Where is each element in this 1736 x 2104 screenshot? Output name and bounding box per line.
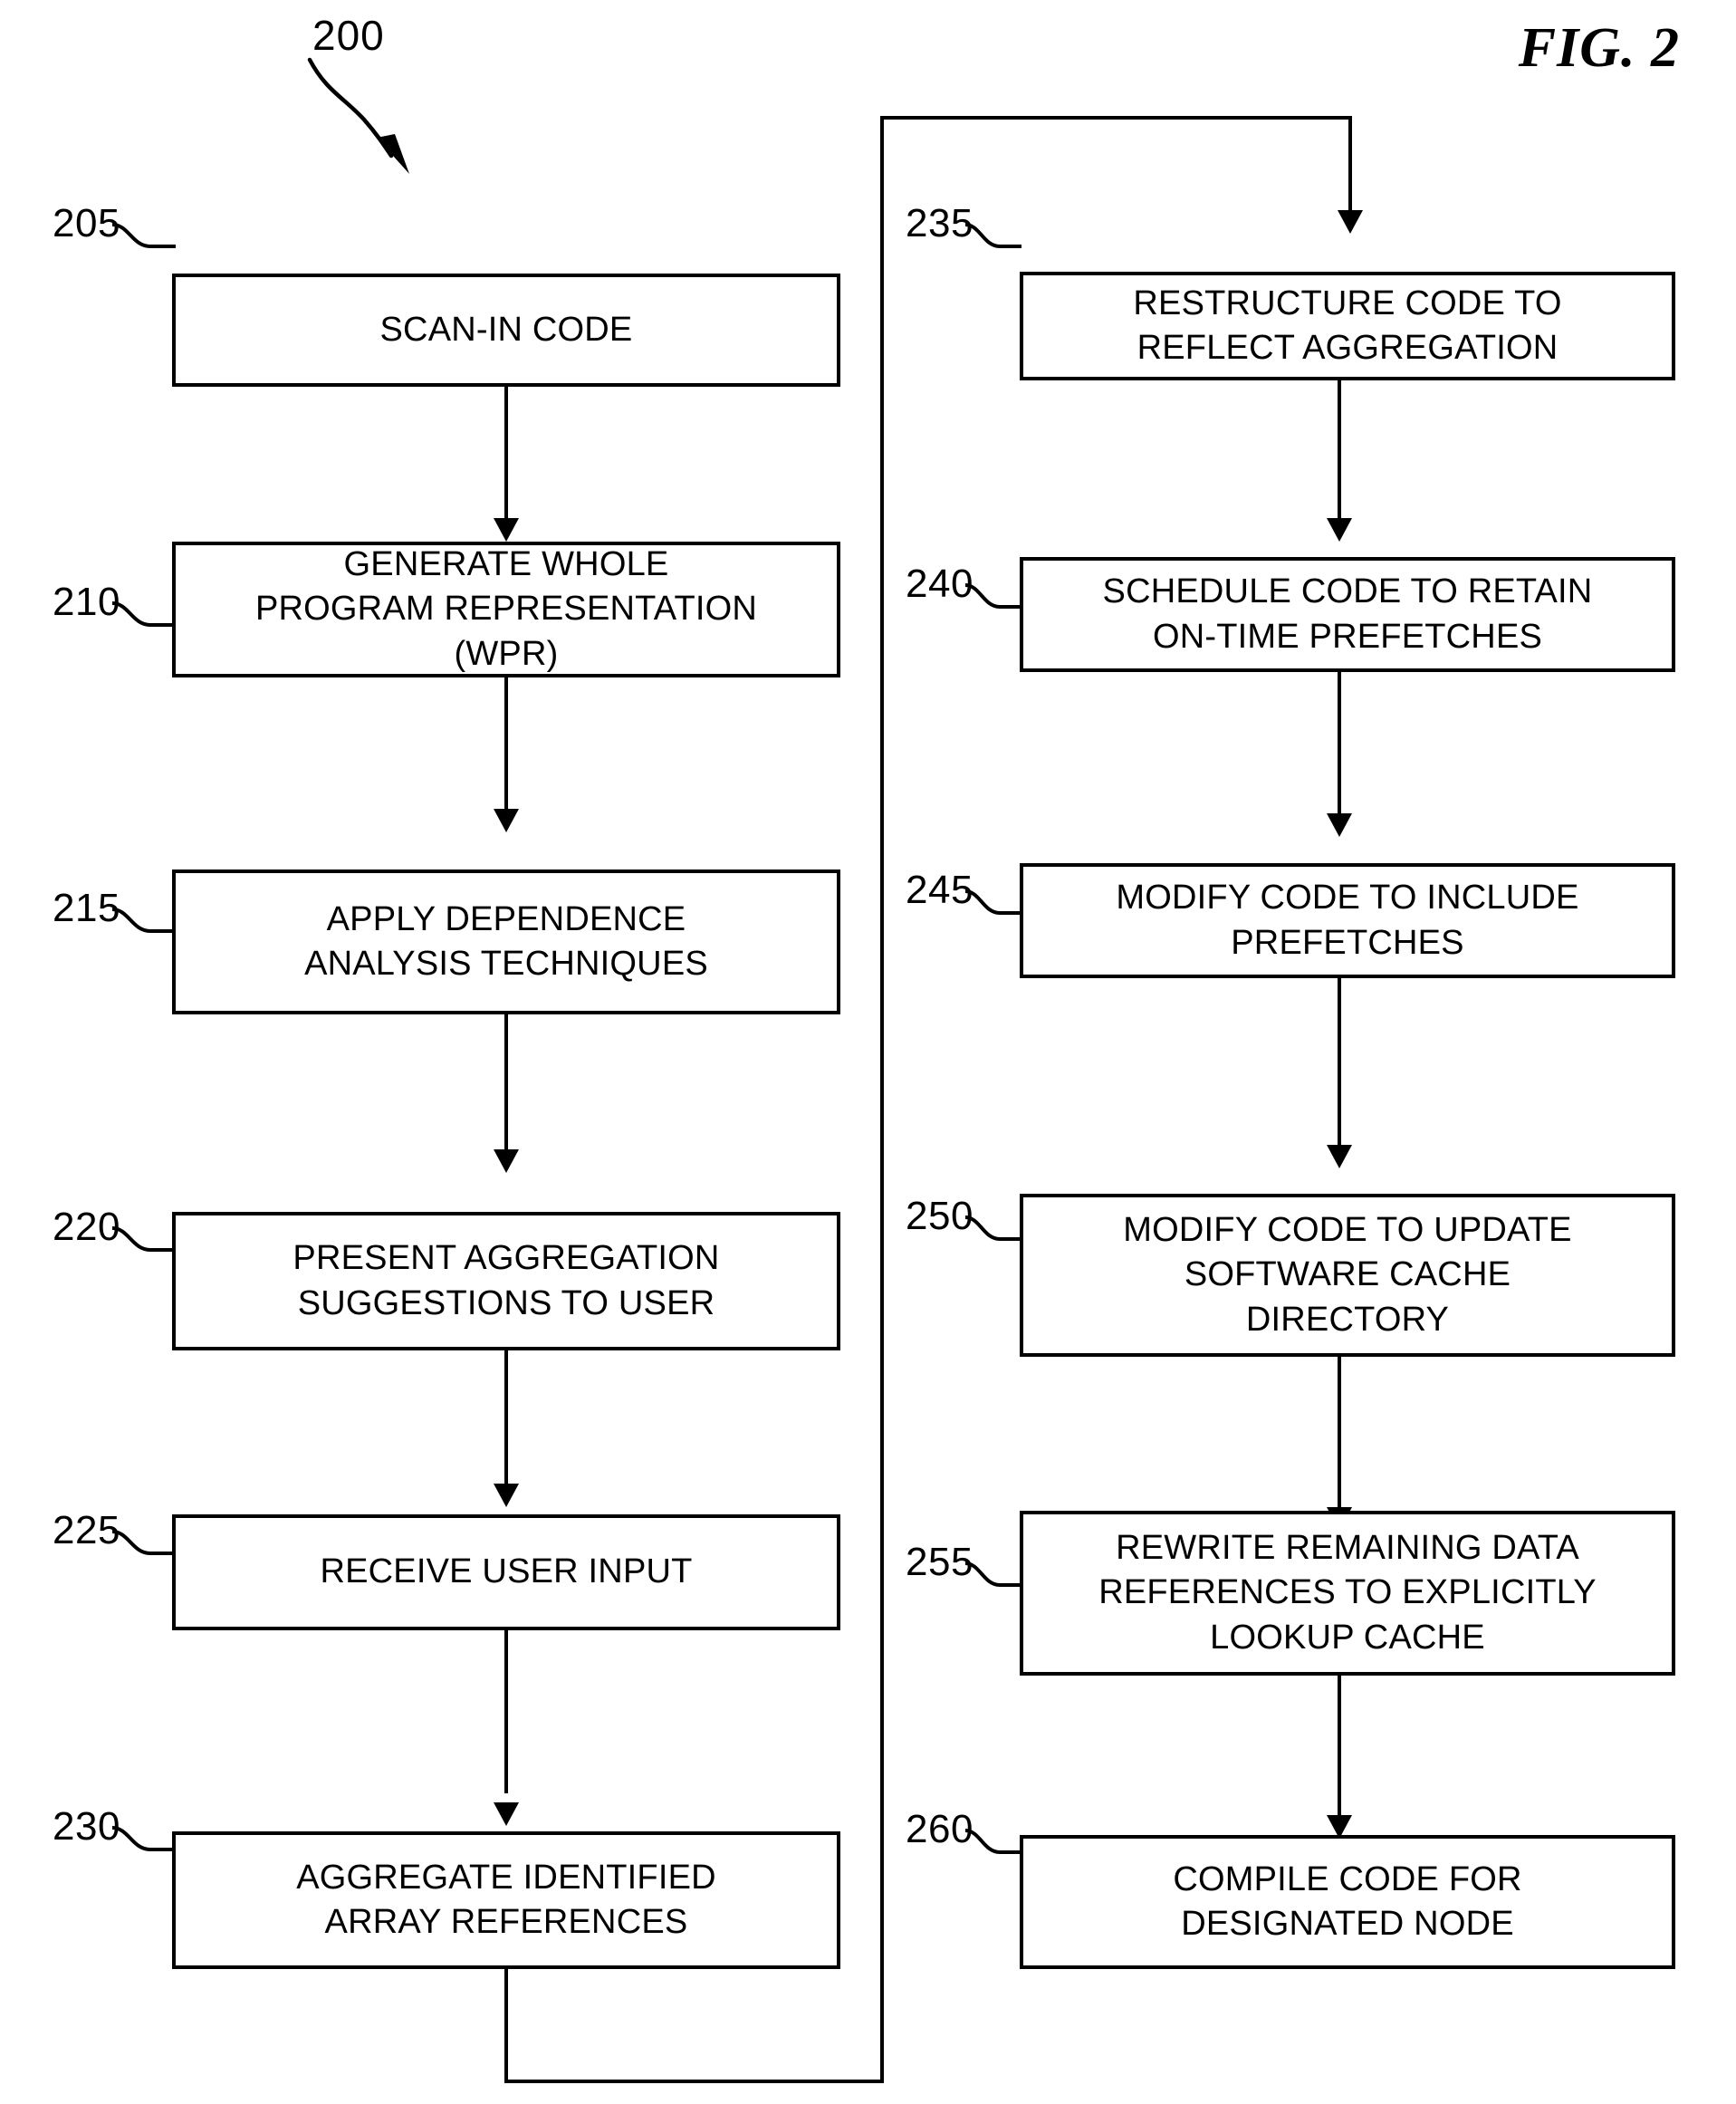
process-box-225[interactable]: RECEIVE USER INPUT <box>172 1514 840 1630</box>
diagram-leader-arrow <box>307 57 409 174</box>
process-box-235-label: RESTRUCTURE CODE TO REFLECT AGGREGATION <box>1133 283 1562 367</box>
figure-title: FIG. 2 <box>1518 17 1680 79</box>
arrowhead-245-to-250 <box>1327 1145 1352 1168</box>
leader-line-225 <box>111 1530 176 1555</box>
arrowhead-240-to-245 <box>1327 813 1352 837</box>
connector-235-to-240 <box>1338 380 1341 533</box>
process-box-245-label: MODIFY CODE TO INCLUDE PREFETCHES <box>1116 879 1579 962</box>
process-box-235[interactable]: RESTRUCTURE CODE TO REFLECT AGGREGATION <box>1020 272 1675 380</box>
leader-line-245 <box>964 889 1021 915</box>
process-box-205-label: SCAN-IN CODE <box>379 310 633 349</box>
return-path-segment-top <box>880 116 1352 120</box>
process-box-260-label: COMPILE CODE FOR DESIGNATED NODE <box>1173 1859 1522 1943</box>
leader-line-230 <box>111 1826 176 1851</box>
connector-225-to-230 <box>504 1630 508 1793</box>
return-path-segment-right <box>504 2080 884 2083</box>
process-box-230[interactable]: AGGREGATE IDENTIFIED ARRAY REFERENCES <box>172 1831 840 1969</box>
leader-line-255 <box>964 1561 1021 1587</box>
return-path-segment-up <box>880 116 884 2083</box>
leader-line-250 <box>964 1215 1021 1241</box>
process-box-260[interactable]: COMPILE CODE FOR DESIGNATED NODE <box>1020 1835 1675 1969</box>
leader-line-215 <box>111 908 176 933</box>
process-box-205[interactable]: SCAN-IN CODE <box>172 274 840 387</box>
connector-215-to-220 <box>504 1014 508 1164</box>
connector-255-to-260 <box>1338 1676 1341 1830</box>
connector-205-to-210 <box>504 387 508 534</box>
leader-line-235 <box>964 223 1021 248</box>
process-box-240[interactable]: SCHEDULE CODE TO RETAIN ON-TIME PREFETCH… <box>1020 557 1675 672</box>
process-box-225-label: RECEIVE USER INPUT <box>320 1552 693 1591</box>
leader-line-220 <box>111 1226 176 1252</box>
process-box-245[interactable]: MODIFY CODE TO INCLUDE PREFETCHES <box>1020 863 1675 978</box>
process-box-210[interactable]: GENERATE WHOLE PROGRAM REPRESENTATION (W… <box>172 542 840 677</box>
process-box-220-label: PRESENT AGGREGATION SUGGESTIONS TO USER <box>293 1239 720 1322</box>
arrowhead-225-to-230 <box>494 1802 519 1826</box>
connector-250-to-255 <box>1338 1357 1341 1522</box>
process-box-215[interactable]: APPLY DEPENDENCE ANALYSIS TECHNIQUES <box>172 869 840 1014</box>
arrowhead-215-to-220 <box>494 1149 519 1173</box>
leader-line-205 <box>111 223 176 248</box>
process-box-255-label: REWRITE REMAINING DATA REFERENCES TO EXP… <box>1098 1528 1597 1657</box>
process-box-240-label: SCHEDULE CODE TO RETAIN ON-TIME PREFETCH… <box>1102 572 1593 656</box>
leader-line-210 <box>111 601 176 627</box>
return-path-segment-into-235 <box>1348 116 1352 216</box>
arrowhead-210-to-215 <box>494 809 519 832</box>
return-path-segment-down <box>504 1969 508 2083</box>
arrowhead-return-to-235 <box>1338 210 1363 234</box>
connector-245-to-250 <box>1338 978 1341 1159</box>
process-box-215-label: APPLY DEPENDENCE ANALYSIS TECHNIQUES <box>304 899 708 983</box>
connector-220-to-225 <box>504 1350 508 1498</box>
leader-line-260 <box>964 1829 1021 1854</box>
arrowhead-205-to-210 <box>494 518 519 542</box>
process-box-210-label: GENERATE WHOLE PROGRAM REPRESENTATION (W… <box>254 544 758 673</box>
diagram-reference-number: 200 <box>312 12 385 59</box>
arrowhead-220-to-225 <box>494 1484 519 1507</box>
process-box-220[interactable]: PRESENT AGGREGATION SUGGESTIONS TO USER <box>172 1212 840 1350</box>
process-box-250[interactable]: MODIFY CODE TO UPDATE SOFTWARE CACHE DIR… <box>1020 1194 1675 1357</box>
process-box-230-label: AGGREGATE IDENTIFIED ARRAY REFERENCES <box>296 1858 716 1941</box>
process-box-250-label: MODIFY CODE TO UPDATE SOFTWARE CACHE DIR… <box>1123 1210 1572 1339</box>
connector-240-to-245 <box>1338 672 1341 828</box>
leader-line-240 <box>964 583 1021 609</box>
connector-210-to-215 <box>504 677 508 823</box>
arrowhead-235-to-240 <box>1327 518 1352 542</box>
figure-canvas: FIG. 2 200 205 SCAN-IN CODE 210 GENERATE… <box>0 0 1736 2104</box>
process-box-255[interactable]: REWRITE REMAINING DATA REFERENCES TO EXP… <box>1020 1511 1675 1676</box>
